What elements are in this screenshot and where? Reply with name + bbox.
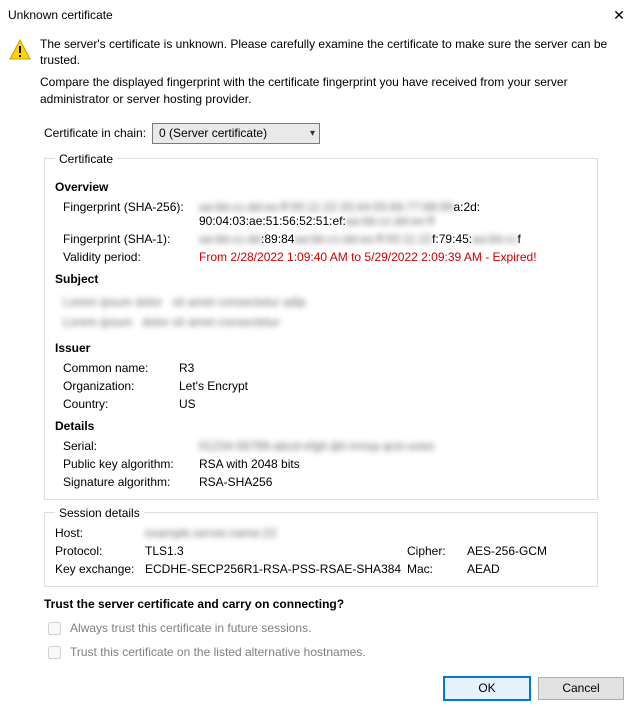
subject-header: Subject [55, 272, 587, 286]
trust-alt-label: Trust this certificate on the listed alt… [70, 645, 366, 659]
issuer-country-value: US [179, 397, 587, 411]
chain-combobox[interactable]: 0 (Server certificate) ▾ [152, 123, 320, 144]
intro-text: The server's certificate is unknown. Ple… [40, 36, 634, 113]
issuer-cn-label: Common name: [63, 361, 173, 375]
close-button[interactable]: ✕ [596, 0, 642, 30]
issuer-country-label: Country: [63, 397, 173, 411]
fpr256-label: Fingerprint (SHA-256): [63, 200, 193, 228]
certificate-legend: Certificate [55, 152, 117, 166]
trust-area: Trust the server certificate and carry o… [44, 597, 634, 662]
session-legend: Session details [55, 506, 144, 520]
fpr1-pre-masked: aa:bb:cc:dd [199, 232, 261, 246]
subject-line1-right: sit amet consectetur adip [172, 295, 305, 309]
host-value: example.server.name:22 [145, 526, 587, 540]
issuer-org-label: Organization: [63, 379, 173, 393]
trust-always-checkbox[interactable] [48, 622, 61, 635]
host-label: Host: [55, 526, 145, 540]
fpr256-line2-masked: aa:bb:cc:dd:ee:ff [346, 214, 435, 228]
sigalg-value: RSA-SHA256 [199, 475, 587, 489]
ok-button[interactable]: OK [444, 677, 530, 700]
fpr256-line1-tail: a:2d: [453, 200, 480, 214]
details-grid: Serial: 01234-56789-abcd-efgh-ijkl-mnop-… [63, 439, 587, 489]
issuer-header: Issuer [55, 341, 587, 355]
overview-header: Overview [55, 180, 587, 194]
warning-icon [8, 38, 32, 65]
cipher-label: Cipher: [407, 544, 467, 558]
issuer-grid: Common name: R3 Organization: Let's Encr… [63, 361, 587, 411]
dialog-content: The server's certificate is unknown. Ple… [0, 30, 642, 718]
trust-alt-row[interactable]: Trust this certificate on the listed alt… [44, 643, 634, 662]
chain-row: Certificate in chain: 0 (Server certific… [44, 123, 634, 144]
serial-label: Serial: [63, 439, 193, 453]
fpr1-value: aa:bb:cc:dd:89:84aa:bb:cc:dd:ee:ff:00:11… [199, 232, 587, 246]
trust-always-row[interactable]: Always trust this certificate in future … [44, 619, 634, 638]
sigalg-label: Signature algorithm: [63, 475, 193, 489]
subject-line2-left: Lorem ipsum [63, 315, 132, 329]
subject-line1-left: Lorem ipsum dolor [63, 295, 162, 309]
kex-value: ECDHE-SECP256R1-RSA-PSS-RSAE-SHA384 [145, 562, 407, 576]
mac-value: AEAD [467, 562, 587, 576]
cipher-value: AES-256-GCM [467, 544, 587, 558]
session-group: Session details Host: example.server.nam… [44, 506, 598, 587]
serial-value: 01234-56789-abcd-efgh-ijkl-mnop-qrst-uvw… [199, 439, 587, 453]
intro-line-1: The server's certificate is unknown. Ple… [40, 36, 634, 68]
chain-label: Certificate in chain: [44, 126, 146, 140]
window-title: Unknown certificate [8, 8, 113, 22]
subject-line2-right: dolor sit amet consectetur [142, 315, 279, 329]
close-icon: ✕ [613, 7, 625, 24]
details-header: Details [55, 419, 587, 433]
cancel-button[interactable]: Cancel [538, 677, 624, 700]
fpr256-line2-pre: 90:04:03:ae:51:56:52:51:ef: [199, 214, 346, 228]
trust-always-label: Always trust this certificate in future … [70, 621, 311, 635]
proto-value: TLS1.3 [145, 544, 407, 558]
kex-label: Key exchange: [55, 562, 145, 576]
intro-line-2: Compare the displayed fingerprint with t… [40, 74, 634, 106]
validity-label: Validity period: [63, 250, 193, 264]
fpr1-end: f [518, 232, 521, 246]
fpr256-line1-masked: aa:bb:cc:dd:ee:ff:00:11:22:33:44:55:66:7… [199, 200, 453, 214]
intro-row: The server's certificate is unknown. Ple… [8, 36, 634, 113]
overview-grid: Fingerprint (SHA-256): aa:bb:cc:dd:ee:ff… [63, 200, 587, 264]
fpr1-mid: :89:84 [261, 232, 294, 246]
fpr256-value: aa:bb:cc:dd:ee:ff:00:11:22:33:44:55:66:7… [199, 200, 587, 228]
chain-selected: 0 (Server certificate) [159, 126, 267, 140]
certificate-group: Certificate Overview Fingerprint (SHA-25… [44, 152, 598, 500]
trust-question: Trust the server certificate and carry o… [44, 597, 634, 611]
fpr1-label: Fingerprint (SHA-1): [63, 232, 193, 246]
proto-label: Protocol: [55, 544, 145, 558]
session-grid: Host: example.server.name:22 Protocol: T… [55, 526, 587, 576]
issuer-org-value: Let's Encrypt [179, 379, 587, 393]
trust-alt-checkbox[interactable] [48, 646, 61, 659]
pubkey-label: Public key algorithm: [63, 457, 193, 471]
button-row: OK Cancel [8, 667, 634, 710]
chevron-down-icon: ▾ [310, 128, 315, 139]
fpr1-tail-masked: aa:bb:cc [472, 232, 517, 246]
subject-block: Lorem ipsum dolor sit amet consectetur a… [63, 292, 587, 333]
fpr1-tail: f:79:45: [432, 232, 472, 246]
mac-label: Mac: [407, 562, 467, 576]
validity-value: From 2/28/2022 1:09:40 AM to 5/29/2022 2… [199, 250, 587, 264]
issuer-cn-value: R3 [179, 361, 587, 375]
pubkey-value: RSA with 2048 bits [199, 457, 587, 471]
titlebar: Unknown certificate ✕ [0, 0, 642, 30]
fpr1-mid-masked: aa:bb:cc:dd:ee:ff:00:11:22 [294, 232, 432, 246]
